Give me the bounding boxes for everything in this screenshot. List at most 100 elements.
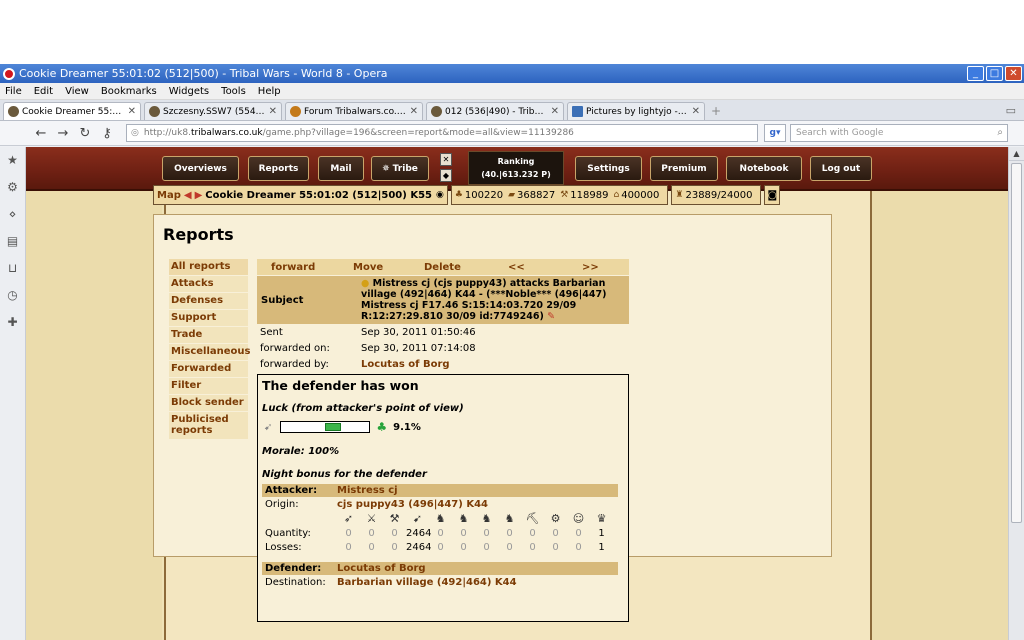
tab-1[interactable]: Cookie Dreamer 55:01:0...✕: [3, 102, 141, 120]
forward-link[interactable]: forward: [271, 262, 353, 273]
forwarded-by-link[interactable]: Locutas of Borg: [361, 359, 629, 370]
attacker-losses-cell: 0: [391, 541, 398, 553]
tab-2[interactable]: Szczesny.SSW7 (554|61...✕: [144, 102, 282, 120]
tribe-chat-icon[interactable]: ◆: [440, 169, 452, 182]
reports-submenu: All reports Attacks Defenses Support Tra…: [169, 259, 251, 440]
reports-button[interactable]: Reports: [248, 156, 309, 181]
menu-edit[interactable]: Edit: [34, 86, 53, 97]
submenu-all-reports[interactable]: All reports: [169, 259, 248, 276]
current-village-link[interactable]: Cookie Dreamer 55:01:02 (512|500) K55: [205, 190, 432, 201]
scrollbar-thumb[interactable]: [1011, 163, 1022, 523]
widgets-gear-icon[interactable]: ⚙: [0, 174, 25, 201]
closed-tabs-trash-icon[interactable]: ▭: [1006, 104, 1016, 117]
luck-bar-fill: [325, 423, 342, 431]
maximize-button[interactable]: □: [986, 66, 1003, 81]
close-tab-icon[interactable]: ✕: [551, 106, 559, 117]
tribalwars-favicon: [431, 106, 442, 117]
add-panel-plus-icon[interactable]: ✚: [0, 309, 25, 336]
menu-tools[interactable]: Tools: [221, 86, 246, 97]
origin-link[interactable]: cjs puppy43 (496|447) K44: [334, 497, 618, 511]
close-tab-icon[interactable]: ✕: [128, 106, 136, 117]
tribe-button[interactable]: ✵ Tribe: [371, 156, 429, 181]
mail-button[interactable]: Mail: [318, 156, 364, 181]
attacker-table: Attacker: Mistress cj Origin: cjs puppy43 …: [262, 484, 618, 589]
premium-label: Premium: [661, 163, 707, 174]
unite-share-icon[interactable]: ⋄: [0, 201, 25, 228]
transfers-icon[interactable]: ⊔: [0, 255, 25, 282]
premium-button[interactable]: Premium: [650, 156, 718, 181]
submenu-block-sender[interactable]: Block sender: [169, 395, 248, 412]
back-arrow-icon[interactable]: ←: [30, 126, 52, 141]
submenu-defenses[interactable]: Defenses: [169, 293, 248, 310]
menu-view[interactable]: View: [65, 86, 89, 97]
attacker-quantity-cell: 1: [598, 527, 605, 539]
submenu-filter[interactable]: Filter: [169, 378, 248, 395]
next-report-link[interactable]: >>: [582, 262, 599, 273]
quantity-label: Quantity:: [265, 527, 311, 539]
scroll-up-arrow-icon[interactable]: ▲: [1009, 147, 1024, 161]
submenu-attacks[interactable]: Attacks: [169, 276, 248, 293]
next-village-arrow-icon[interactable]: ▶: [195, 190, 203, 201]
defender-link[interactable]: Locutas of Borg: [334, 562, 618, 575]
logout-button[interactable]: Log out: [810, 156, 872, 181]
map-link[interactable]: Map: [157, 190, 181, 201]
address-input[interactable]: ◎ http://uk8. tribalwars.co.uk/game.php?v…: [126, 124, 758, 142]
attacker-link[interactable]: Mistress cj: [334, 484, 618, 497]
close-tab-icon[interactable]: ✕: [269, 106, 277, 117]
menu-help[interactable]: Help: [258, 86, 281, 97]
previous-report-link[interactable]: <<: [508, 262, 582, 273]
farm-box: ♜ 23889/24000: [671, 185, 762, 205]
luck-label: Luck (from attacker's point of view): [262, 403, 464, 414]
tab-4[interactable]: 012 (536|490) - Tribal W...✕: [426, 102, 564, 120]
result-title: The defender has won: [262, 378, 419, 393]
close-tab-icon[interactable]: ✕: [692, 106, 700, 117]
submenu-miscellaneous[interactable]: Miscellaneous: [169, 344, 251, 361]
tribalwars-favicon: [149, 106, 160, 117]
close-window-button[interactable]: ✕: [1005, 66, 1022, 81]
notes-icon[interactable]: ▤: [0, 228, 25, 255]
attacker-quantity-cell: 0: [483, 527, 490, 539]
search-input[interactable]: Search with Google ⌕: [790, 124, 1008, 142]
attacker-quantity-cell: 0: [529, 527, 536, 539]
sent-label: Sent: [260, 326, 283, 338]
delete-link[interactable]: Delete: [424, 262, 508, 273]
edit-subject-icon[interactable]: ✎: [547, 311, 555, 322]
destination-link[interactable]: Barbarian village (492|464) K44: [334, 575, 618, 589]
paladin-icon: ☺: [572, 512, 585, 525]
village-info-bar: Map ◀ ▶ Cookie Dreamer 55:01:02 (512|500…: [153, 184, 832, 206]
group-menu-icon[interactable]: ◙: [767, 190, 777, 201]
submenu-trade[interactable]: Trade: [169, 327, 248, 344]
reload-icon[interactable]: ↻: [74, 126, 96, 141]
previous-village-arrow-icon[interactable]: ◀: [184, 190, 192, 201]
search-icon[interactable]: ⌕: [997, 127, 1003, 138]
village-info-icon[interactable]: ◉: [436, 190, 444, 200]
notebook-button[interactable]: Notebook: [726, 156, 802, 181]
forwarded-by-row: forwarded by: Locutas of Borg: [257, 356, 629, 372]
close-tab-icon[interactable]: ✕: [410, 106, 418, 117]
search-engine-selector[interactable]: g▾: [764, 124, 786, 142]
bookmarks-star-icon[interactable]: ★: [0, 147, 25, 174]
history-clock-icon[interactable]: ◷: [0, 282, 25, 309]
vertical-scrollbar[interactable]: ▲: [1008, 147, 1024, 640]
move-link[interactable]: Move: [353, 262, 424, 273]
submenu-publicised-reports[interactable]: Publicised reports: [169, 412, 248, 440]
storage-capacity: ⌂ 400000: [613, 190, 659, 201]
overviews-button[interactable]: Overviews: [162, 156, 239, 181]
tribe-forum-icon[interactable]: ✕: [440, 153, 452, 166]
tab-5[interactable]: Pictures by lightyjo - Pho...✕: [567, 102, 705, 120]
submenu-forwarded[interactable]: Forwarded: [169, 361, 248, 378]
minimize-button[interactable]: _: [967, 66, 984, 81]
key-icon[interactable]: ⚷: [96, 126, 118, 141]
losses-label: Losses:: [265, 541, 302, 553]
tab-3[interactable]: Forum Tribalwars.co.uk -...✕: [285, 102, 423, 120]
new-tab-icon[interactable]: +: [711, 104, 725, 118]
menu-file[interactable]: File: [5, 86, 22, 97]
forwarded-on-row: forwarded on: Sep 30, 2011 07:14:08: [257, 340, 629, 356]
menu-widgets[interactable]: Widgets: [169, 86, 209, 97]
settings-button[interactable]: Settings: [575, 156, 642, 181]
opera-side-panel: ★ ⚙ ⋄ ▤ ⊔ ◷ ✚: [0, 147, 26, 640]
ranking-button[interactable]: Ranking (40.|613.232 P): [468, 151, 564, 185]
menu-bookmarks[interactable]: Bookmarks: [101, 86, 157, 97]
submenu-support[interactable]: Support: [169, 310, 248, 327]
forward-arrow-icon[interactable]: →: [52, 126, 74, 141]
